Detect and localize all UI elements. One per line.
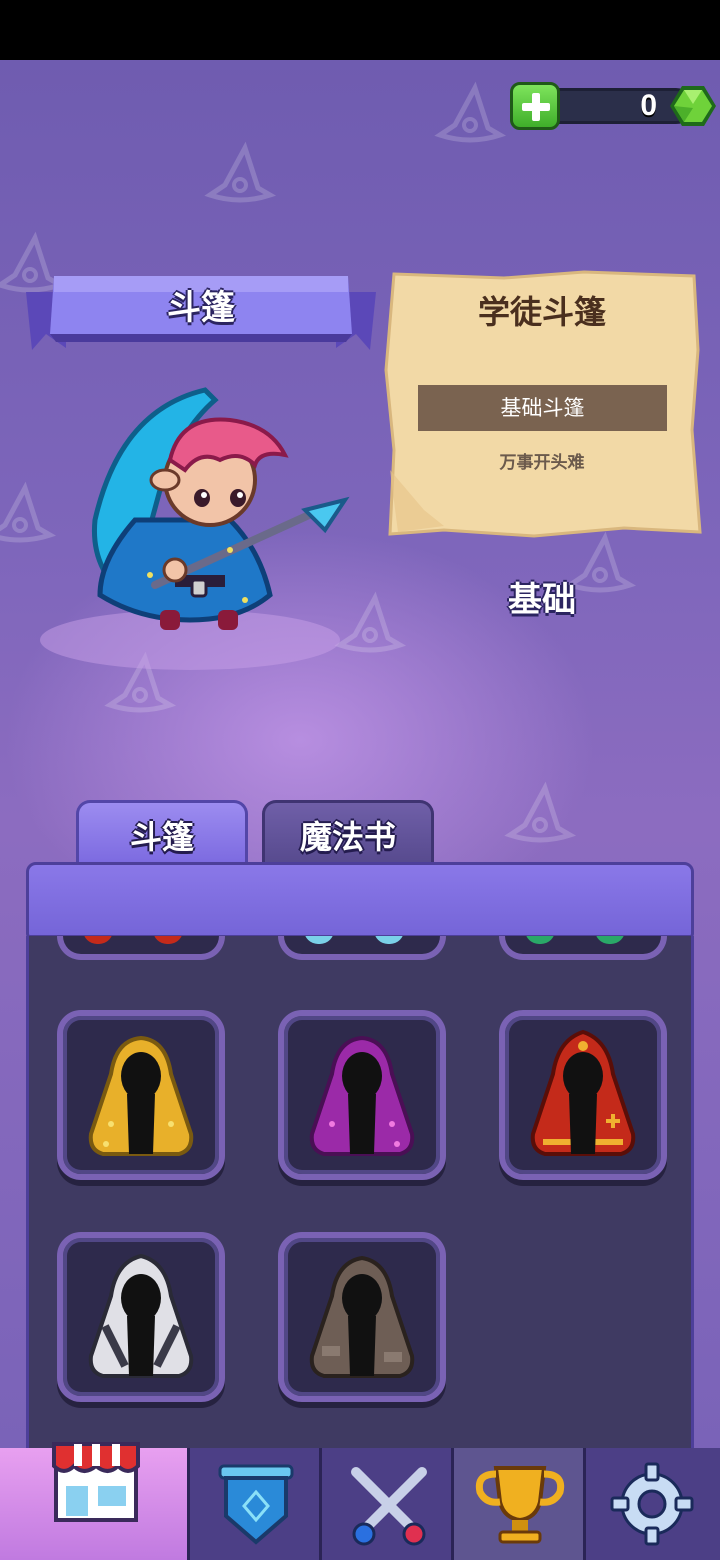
gear-icon bbox=[610, 1462, 694, 1546]
cloak-slot-partial[interactable] bbox=[57, 936, 225, 960]
hat-pattern-icon bbox=[504, 781, 577, 843]
hat-pattern-icon bbox=[204, 141, 277, 203]
tier-label: 基础 bbox=[508, 580, 576, 620]
white-grey-cloak-icon bbox=[88, 1253, 194, 1378]
yellow-star-cloak-icon bbox=[88, 1035, 194, 1156]
nav-trophy[interactable] bbox=[454, 1448, 586, 1560]
cloak-slot-purple-star[interactable] bbox=[278, 1010, 446, 1180]
purple-star-cloak-icon bbox=[309, 1035, 415, 1156]
gem-currency-counter: 0 bbox=[510, 82, 716, 130]
nav-shop[interactable] bbox=[0, 1442, 190, 1560]
shield-icon bbox=[218, 1464, 294, 1545]
cloak-slot-partial[interactable] bbox=[499, 936, 667, 960]
cape-type-tag: 基础斗篷 bbox=[418, 385, 667, 431]
nav-battle[interactable] bbox=[322, 1448, 454, 1560]
cloak-slot-yellow-star[interactable] bbox=[57, 1010, 225, 1180]
red-gold-cloak-icon bbox=[530, 1029, 636, 1156]
cloak-slot-white-grey[interactable] bbox=[57, 1232, 225, 1402]
shop-icon bbox=[52, 1442, 140, 1522]
nav-shield[interactable] bbox=[190, 1448, 322, 1560]
category-ribbon: 斗篷 bbox=[26, 272, 376, 356]
cape-name: 学徒斗篷 bbox=[477, 293, 606, 331]
status-bar bbox=[0, 0, 720, 60]
crossed-swords-icon bbox=[351, 1467, 427, 1546]
add-gems-button[interactable] bbox=[510, 82, 560, 130]
bottom-navigation bbox=[0, 1442, 720, 1560]
hat-pattern-icon bbox=[434, 81, 507, 143]
nav-settings[interactable] bbox=[586, 1448, 720, 1560]
brown-patch-cloak-icon bbox=[309, 1255, 415, 1378]
cloak-slot-red-gold[interactable] bbox=[499, 1010, 667, 1180]
cloak-grid bbox=[26, 936, 694, 1448]
cloak-slot-partial[interactable] bbox=[278, 936, 446, 960]
trophy-icon bbox=[475, 1466, 565, 1544]
tab-spellbook[interactable]: 魔法书 bbox=[262, 800, 434, 864]
cape-description: 万事开头难 bbox=[499, 453, 585, 473]
gem-amount: 0 bbox=[640, 89, 657, 122]
tab-cloak[interactable]: 斗篷 bbox=[76, 800, 248, 864]
ribbon-title: 斗篷 bbox=[167, 288, 235, 328]
green-gem-icon bbox=[670, 86, 716, 126]
wizard-character bbox=[40, 387, 350, 670]
panel-header bbox=[26, 862, 694, 938]
cloak-slot-brown-patch[interactable] bbox=[278, 1232, 446, 1402]
